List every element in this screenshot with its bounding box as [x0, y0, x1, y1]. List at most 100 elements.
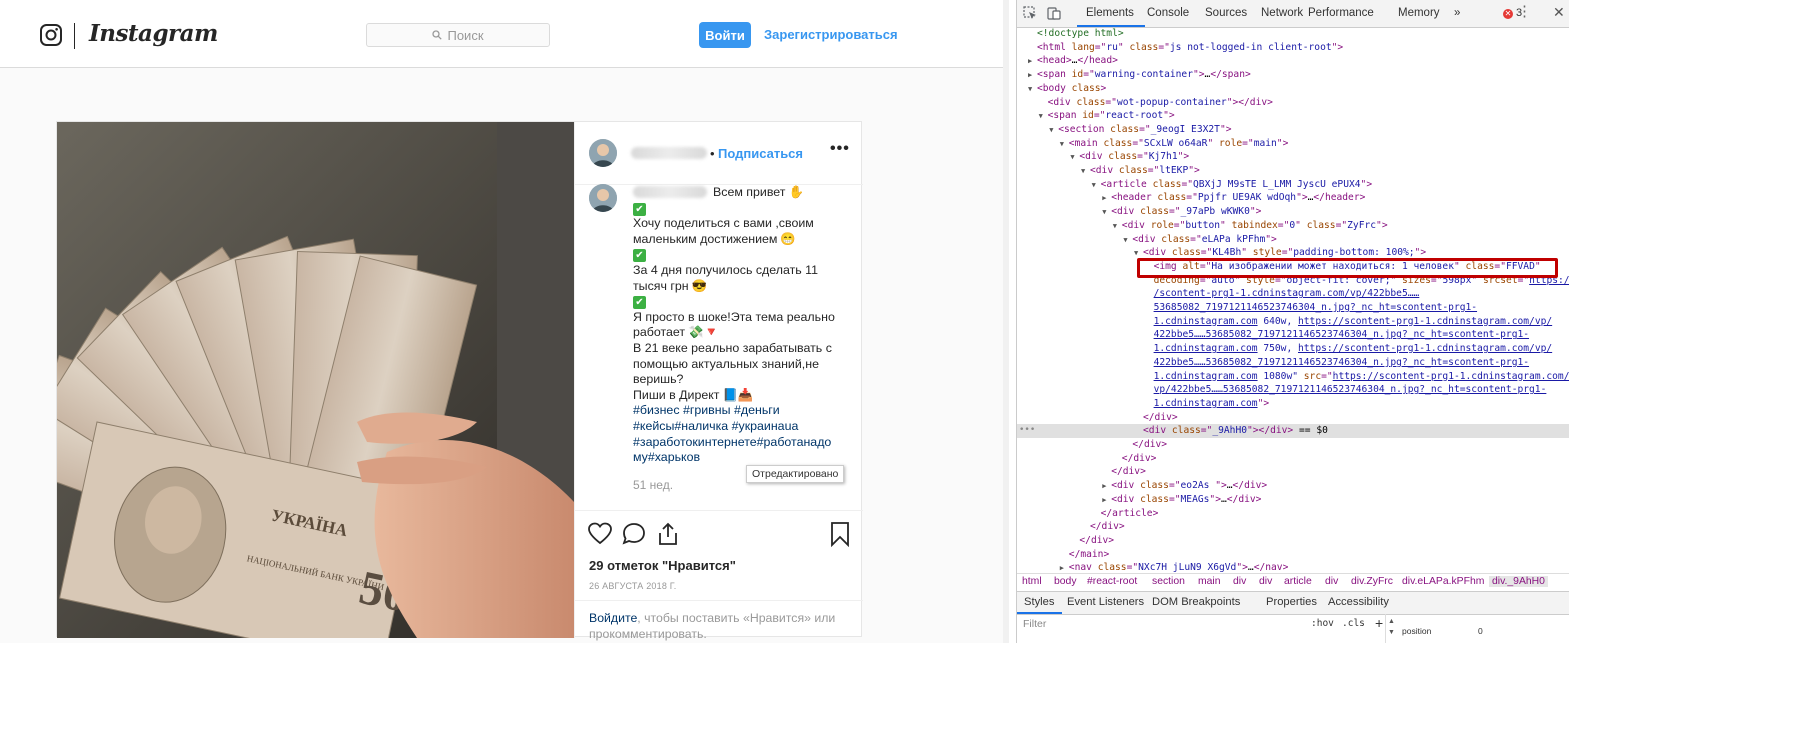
collapse-triangle-icon[interactable]: ▶: [1102, 480, 1111, 493]
caption-author-avatar[interactable]: [589, 184, 617, 212]
dom-node[interactable]: ▶ <div class="MEAGs">…</div>: [1017, 493, 1569, 507]
collapse-triangle-icon[interactable]: ▶: [1102, 494, 1111, 507]
dom-token[interactable]: 422bbe5……53685082_7197121146523746304_n.…: [1154, 357, 1529, 368]
styles-subtab[interactable]: Properties: [1266, 596, 1317, 608]
breadcrumb-item[interactable]: div.ZyFrc: [1351, 576, 1393, 587]
login-prompt-link[interactable]: Войдите: [589, 611, 637, 625]
dom-node[interactable]: </article>: [1017, 507, 1569, 521]
breadcrumb-item[interactable]: section: [1152, 576, 1185, 587]
dom-node[interactable]: ▼ <article class="QBXjJ M9sTE L_LMM JyscU…: [1017, 178, 1569, 192]
post-date[interactable]: 26 АВГУСТА 2018 Г.: [589, 581, 676, 591]
devtools-tab[interactable]: Network: [1261, 7, 1303, 19]
login-button[interactable]: Войти: [699, 22, 751, 48]
dom-token[interactable]: vp/422bbe5……53685082_7197121146523746304…: [1154, 384, 1547, 395]
breadcrumb-item[interactable]: article: [1284, 576, 1312, 587]
styles-filter-input[interactable]: Filter: [1023, 618, 1046, 630]
post-photo[interactable]: УКРАЇНА НАЦІОНАЛЬНИЙ БАНК УКРАЇНИ 500: [57, 122, 574, 638]
collapse-triangle-icon[interactable]: ▶: [1102, 192, 1111, 205]
dom-node[interactable]: 1.cdninstagram.com 1080w" src="https://s…: [1017, 370, 1569, 384]
author-avatar[interactable]: [589, 139, 617, 167]
expand-triangle-icon[interactable]: ▼: [1113, 220, 1122, 233]
dom-node[interactable]: ▶ <div class="eo2As ">…</div>: [1017, 479, 1569, 493]
dom-node[interactable]: </div>: [1017, 452, 1569, 466]
breadcrumb-item[interactable]: div: [1233, 576, 1246, 587]
dom-node[interactable]: 1.cdninstagram.com 750w, https://sconten…: [1017, 342, 1569, 356]
devtools-tab[interactable]: Memory: [1398, 7, 1440, 19]
expand-triangle-icon[interactable]: ▼: [1028, 83, 1037, 96]
like-heart-icon[interactable]: [587, 521, 613, 547]
dom-token[interactable]: /scontent-prg1-1.cdninstagram.com/vp/422…: [1154, 288, 1420, 299]
dom-node[interactable]: ▼ <div class="eLAPa kPFhm">: [1017, 233, 1569, 247]
dom-node[interactable]: </div>: [1017, 520, 1569, 534]
devtools-tab[interactable]: Elements: [1086, 7, 1134, 19]
instagram-wordmark[interactable]: Instagram: [89, 20, 218, 47]
breadcrumb-item[interactable]: html: [1022, 576, 1042, 587]
styles-subtab[interactable]: Accessibility: [1328, 596, 1389, 608]
dom-token[interactable]: 1.cdninstagram.com: [1154, 343, 1258, 354]
more-options-icon[interactable]: •••: [830, 140, 850, 158]
hashtag-links[interactable]: #бизнес #гривны #деньги: [633, 403, 780, 417]
scroll-down-arrow-icon[interactable]: ▼: [1388, 629, 1395, 636]
comment-icon[interactable]: [621, 521, 647, 547]
dom-node[interactable]: ▶ <nav class="NXc7H jLuN9 X6gVd">…</nav>: [1017, 561, 1569, 573]
dom-node[interactable]: ▼ <div class="_97aPb wKWK0">: [1017, 205, 1569, 219]
dom-node[interactable]: ▼ <main class="SCxLW o64aR" role="main">: [1017, 137, 1569, 151]
expand-triangle-icon[interactable]: ▼: [1060, 138, 1069, 151]
devtools-tab[interactable]: Performance: [1308, 7, 1374, 19]
dom-token[interactable]: 422bbe5……53685082_7197121146523746304_n.…: [1154, 329, 1529, 340]
cls-toggle[interactable]: .cls: [1342, 618, 1365, 629]
dom-token[interactable]: 1.cdninstagram.com: [1154, 316, 1258, 327]
dom-token[interactable]: https://scontent-prg1-1.cdninstagram.com…: [1333, 371, 1569, 382]
close-devtools-icon[interactable]: ✕: [1553, 4, 1565, 21]
dom-node[interactable]: 422bbe5……53685082_7197121146523746304_n.…: [1017, 328, 1569, 342]
devtools-tab[interactable]: Console: [1147, 7, 1189, 19]
register-link[interactable]: Зарегистрироваться: [764, 27, 898, 42]
dom-node[interactable]: ▶ <header class="Ppjfr UE9AK wdOqh">…</he…: [1017, 191, 1569, 205]
dom-node[interactable]: ▼ <div role="button" tabindex="0" class="…: [1017, 219, 1569, 233]
dom-token[interactable]: 53685082_7197121146523746304_n.jpg?_nc_h…: [1154, 302, 1477, 313]
collapse-triangle-icon[interactable]: ▶: [1028, 69, 1037, 82]
node-actions-icon[interactable]: •••: [1019, 424, 1035, 438]
dom-node[interactable]: 422bbe5……53685082_7197121146523746304_n.…: [1017, 356, 1569, 370]
breadcrumb-item[interactable]: body: [1054, 576, 1077, 587]
device-toolbar-icon[interactable]: [1047, 6, 1061, 20]
dom-node[interactable]: 53685082_7197121146523746304_n.jpg?_nc_h…: [1017, 301, 1569, 315]
share-icon[interactable]: [655, 521, 681, 547]
author-username-blurred[interactable]: [631, 147, 707, 159]
devtools-tab[interactable]: Sources: [1205, 7, 1247, 19]
hashtag-links[interactable]: #кейсы#наличка #украинаua: [633, 419, 798, 433]
dom-token[interactable]: 1.cdninstagram.com: [1154, 371, 1258, 382]
styles-subtab[interactable]: Event Listeners: [1067, 596, 1144, 608]
dom-node[interactable]: <html lang="ru" class="js not-logged-in …: [1017, 41, 1569, 55]
breadcrumb-item[interactable]: div: [1259, 576, 1272, 587]
dom-node[interactable]: ▼ <div class="Kj7h1">: [1017, 150, 1569, 164]
devtools-menu-icon[interactable]: ⋮: [1517, 2, 1532, 20]
dom-node[interactable]: vp/422bbe5……53685082_7197121146523746304…: [1017, 383, 1569, 397]
expand-triangle-icon[interactable]: ▼: [1049, 124, 1058, 137]
dom-node[interactable]: </div>: [1017, 534, 1569, 548]
dom-node[interactable]: </div>: [1017, 465, 1569, 479]
dom-node-selected[interactable]: ••• <div class="_9AhH0"></div> == $0: [1017, 424, 1569, 438]
expand-triangle-icon[interactable]: ▼: [1102, 206, 1111, 219]
dom-node[interactable]: /scontent-prg1-1.cdninstagram.com/vp/422…: [1017, 287, 1569, 301]
likes-count[interactable]: 29 отметок "Нравится": [589, 558, 736, 573]
dom-node[interactable]: <div class="wot-popup-container"></div>: [1017, 96, 1569, 110]
dom-token[interactable]: 1.cdninstagram.com: [1154, 398, 1258, 409]
bookmark-icon[interactable]: [827, 521, 853, 547]
dom-node[interactable]: ▼ <body class>: [1017, 82, 1569, 96]
new-style-rule-button[interactable]: +: [1375, 615, 1383, 631]
dom-node[interactable]: ▼ <div class="ltEKP">: [1017, 164, 1569, 178]
instagram-camera-icon[interactable]: [40, 24, 62, 46]
breadcrumb-item[interactable]: #react-root: [1087, 576, 1137, 587]
dom-node[interactable]: 1.cdninstagram.com 640w, https://sconten…: [1017, 315, 1569, 329]
dom-node[interactable]: ▼ <section class="_9eogI E3X2T">: [1017, 123, 1569, 137]
dom-node[interactable]: </div>: [1017, 438, 1569, 452]
hov-toggle[interactable]: :hov: [1311, 618, 1334, 629]
dom-token[interactable]: https://scontent-prg1-1.cdninstagram.com…: [1298, 316, 1552, 327]
dom-node[interactable]: <!doctype html>: [1017, 27, 1569, 41]
expand-triangle-icon[interactable]: ▼: [1039, 110, 1048, 123]
collapse-triangle-icon[interactable]: ▶: [1028, 55, 1037, 68]
styles-subtab[interactable]: Styles: [1024, 596, 1054, 608]
hashtag-links[interactable]: #заработокинтернете#работанадо: [633, 435, 831, 449]
breadcrumb-item[interactable]: main: [1198, 576, 1221, 587]
